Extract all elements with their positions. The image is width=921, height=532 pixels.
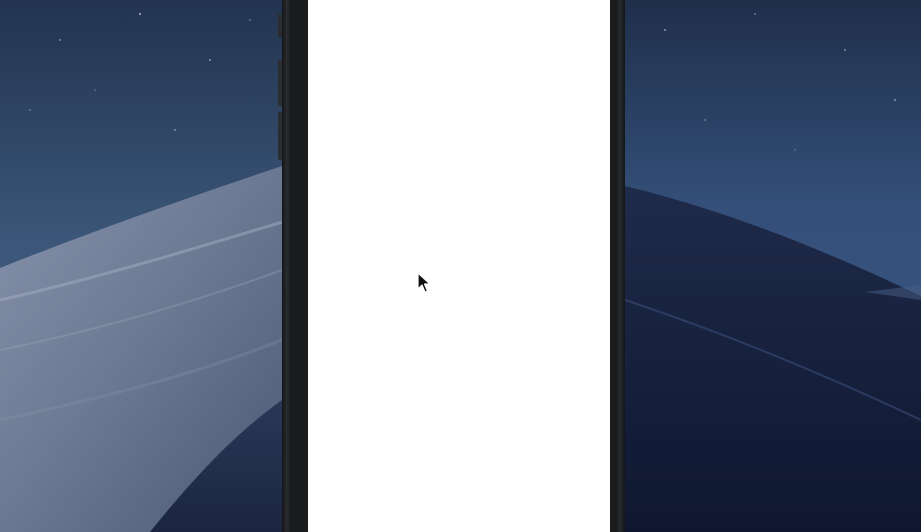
bezel-left-edge [282,0,290,532]
volume-up-button[interactable] [278,60,282,106]
device-frame [278,0,629,532]
desktop-wallpaper-right [625,0,921,532]
bezel-right-edge [617,0,625,532]
desktop-wallpaper-left [0,0,282,532]
device-screen[interactable] [308,0,610,532]
silent-switch[interactable] [278,14,282,38]
mouse-cursor-icon [417,272,431,293]
desktop-stage [0,0,921,532]
wallpaper-dunes-right [625,0,921,532]
volume-down-button[interactable] [278,112,282,160]
wallpaper-dunes-left [0,0,282,532]
